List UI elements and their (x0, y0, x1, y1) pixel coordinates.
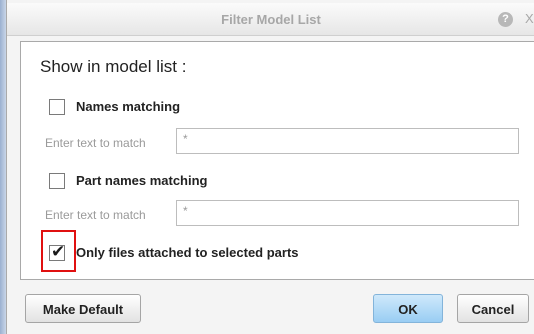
section-heading: Show in model list : (40, 57, 187, 76)
part-names-match-input-label: Enter text to match (45, 208, 146, 222)
part-names-matching-checkbox[interactable] (49, 173, 65, 189)
filter-model-list-dialog: Filter Model List ? X Show in model list… (6, 0, 534, 334)
question-icon[interactable]: ? (498, 12, 513, 27)
dialog-title: Filter Model List (221, 12, 321, 27)
names-matching-label: Names matching (76, 99, 181, 114)
names-matching-checkbox[interactable] (49, 99, 65, 115)
screen: Filter Model List ? X Show in model list… (0, 0, 534, 334)
highlight-box (41, 230, 76, 272)
filter-options-panel: Show in model list : Names matching Ente… (20, 41, 534, 280)
part-names-match-input[interactable]: * (176, 200, 519, 226)
only-attached-label: Only files attached to selected parts (76, 245, 299, 260)
close-icon[interactable]: X (525, 11, 534, 26)
dialog-titlebar: Filter Model List ? X (7, 3, 534, 36)
cancel-button[interactable]: Cancel (457, 294, 529, 323)
ok-button[interactable]: OK (373, 294, 443, 323)
make-default-button[interactable]: Make Default (25, 294, 141, 323)
names-match-input[interactable]: * (176, 128, 519, 154)
part-names-matching-label: Part names matching (76, 173, 208, 188)
names-match-input-label: Enter text to match (45, 136, 146, 150)
